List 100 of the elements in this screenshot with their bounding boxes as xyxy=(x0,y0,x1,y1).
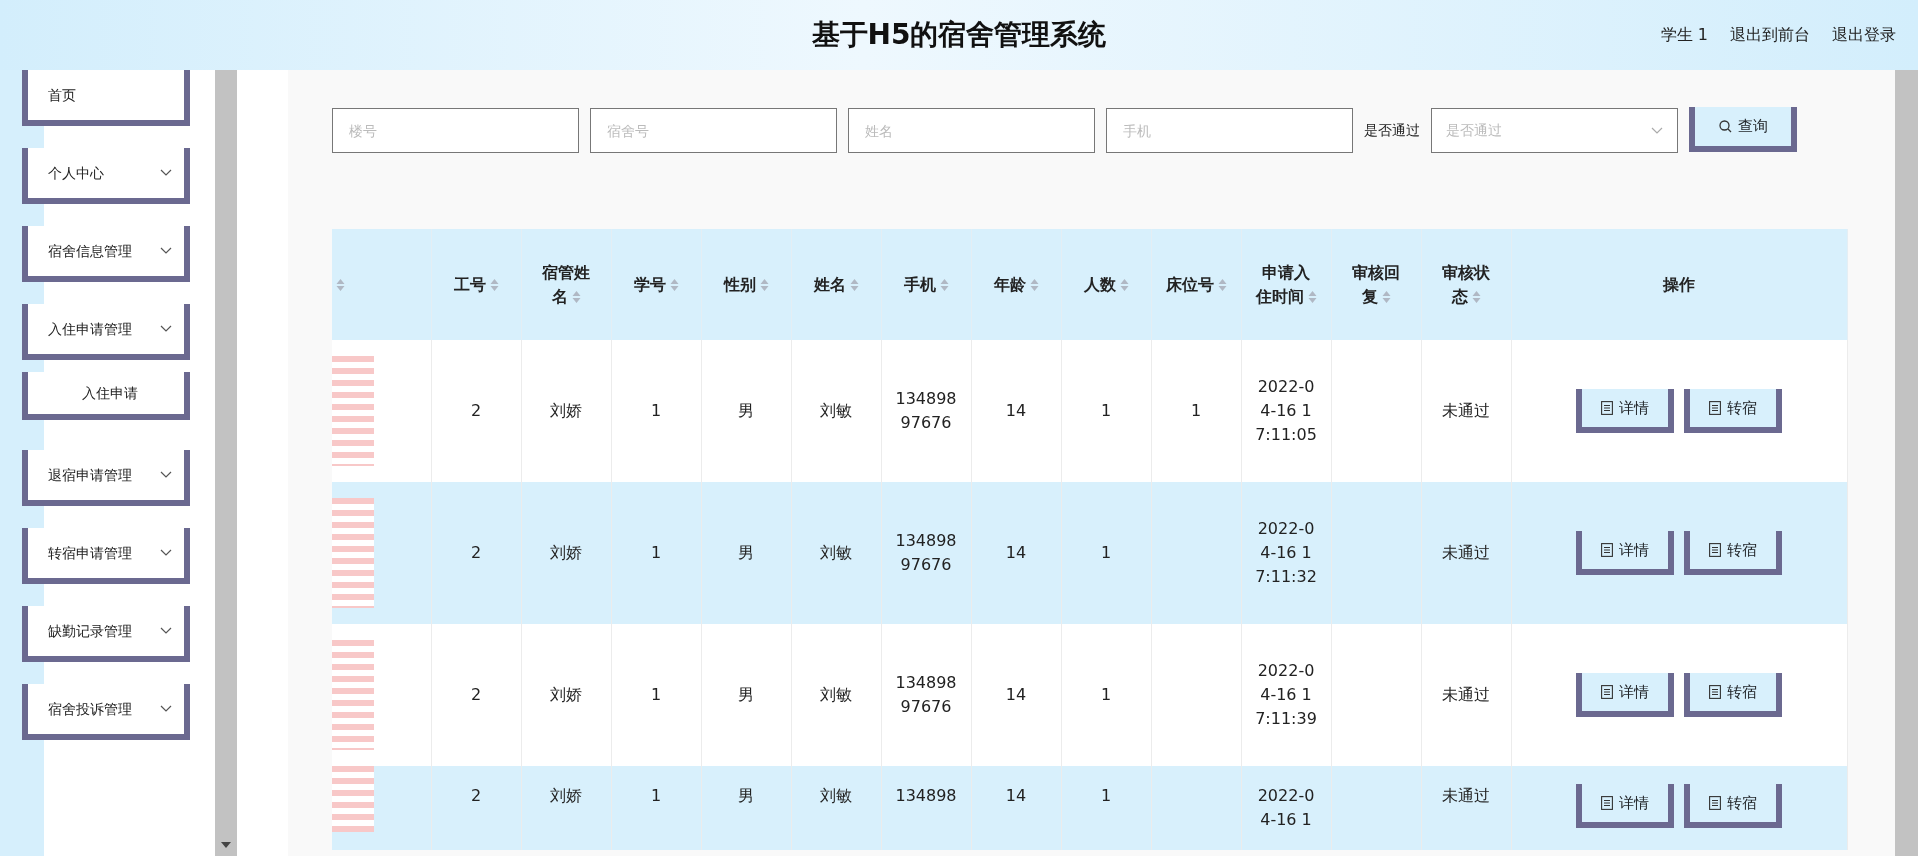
table-cell: 14 xyxy=(971,340,1061,482)
table-cell: 刘敏 xyxy=(791,340,881,482)
search-field[interactable]: 宿舍号 xyxy=(590,108,837,153)
table-cell: 1 xyxy=(611,482,701,624)
scrollbar[interactable] xyxy=(1895,70,1918,856)
action-button[interactable]: 转宿 xyxy=(1684,389,1783,433)
sort-icon[interactable] xyxy=(1471,290,1481,304)
sort-icon[interactable] xyxy=(336,278,345,292)
column-header[interactable]: 年龄 xyxy=(971,229,1061,340)
action-button[interactable]: 详情 xyxy=(1576,673,1675,717)
sidebar-menu-item[interactable]: 宿舍投诉管理 xyxy=(22,684,190,740)
sidebar-menu-item[interactable]: 入住申请管理 xyxy=(22,304,190,360)
search-field[interactable]: 姓名 xyxy=(848,108,1095,153)
table-cell: 刘敏 xyxy=(791,482,881,624)
table-cell: 刘娇 xyxy=(521,340,611,482)
sort-icon[interactable] xyxy=(1119,278,1129,292)
search-icon xyxy=(1718,120,1732,133)
sort-icon[interactable] xyxy=(1307,290,1317,304)
sort-icon[interactable] xyxy=(1217,278,1227,292)
header-link[interactable]: 学生 1 xyxy=(1660,23,1708,47)
sort-icon[interactable] xyxy=(1381,290,1391,304)
column-header[interactable]: 审核状态 xyxy=(1421,229,1511,340)
sort-icon[interactable] xyxy=(489,278,499,292)
column-header[interactable]: 姓名 xyxy=(791,229,881,340)
sidebar-menu-item[interactable]: 退宿申请管理 xyxy=(22,450,190,506)
table-cell: 2 xyxy=(431,624,521,766)
sort-icon[interactable] xyxy=(939,278,949,292)
table-cell: 刘敏 xyxy=(791,624,881,766)
search-button[interactable]: 查询 xyxy=(1689,107,1797,152)
table-cell: 2022-04-16 17:11:05 xyxy=(1241,340,1331,482)
sidebar-menu-item[interactable]: 个人中心 xyxy=(22,148,190,204)
chevron-down-icon xyxy=(160,325,172,333)
column-header[interactable]: 申请入住时间 xyxy=(1241,229,1331,340)
table-cell: 男 xyxy=(701,766,791,850)
action-button[interactable]: 转宿 xyxy=(1684,531,1783,575)
document-icon xyxy=(1601,685,1614,699)
table-cell: 13489897676 xyxy=(881,624,971,766)
column-header[interactable]: 人数 xyxy=(1061,229,1151,340)
table-cell: 1 xyxy=(1061,482,1151,624)
sidebar-menu-item[interactable]: 缺勤记录管理 xyxy=(22,606,190,662)
column-header[interactable]: 手机 xyxy=(881,229,971,340)
table-cell: 13489897676 xyxy=(881,340,971,482)
scrollbar[interactable] xyxy=(215,70,237,856)
search-field[interactable]: 楼号 xyxy=(332,108,579,153)
sort-icon[interactable] xyxy=(1029,278,1039,292)
table-cell: 2022-04-16 17:11:39 xyxy=(1241,624,1331,766)
chevron-down-icon xyxy=(160,549,172,557)
table-cell: 男 xyxy=(701,624,791,766)
table-cell: 2022-04-16 1 xyxy=(1241,766,1331,850)
table-cell: 1 xyxy=(1061,766,1151,850)
avatar-image xyxy=(332,766,374,832)
table-cell: 未通过 xyxy=(1421,340,1511,482)
sidebar-menu-item[interactable]: 首页 xyxy=(22,70,190,126)
table-cell: 男 xyxy=(701,482,791,624)
sort-icon[interactable] xyxy=(759,278,769,292)
column-header[interactable]: 工号 xyxy=(431,229,521,340)
table-cell: 1 xyxy=(1061,340,1151,482)
table-cell: 刘娇 xyxy=(521,624,611,766)
table-cell: 14 xyxy=(971,624,1061,766)
table-cell: 1 xyxy=(611,340,701,482)
action-button[interactable]: 转宿 xyxy=(1684,673,1783,717)
table-cell: 2022-04-16 17:11:32 xyxy=(1241,482,1331,624)
table-cell: 134898 xyxy=(881,766,971,850)
table-cell: 刘娇 xyxy=(521,482,611,624)
header-link[interactable]: 退出到前台 xyxy=(1730,23,1810,47)
scroll-down-icon[interactable] xyxy=(221,842,231,848)
table-cell: 未通过 xyxy=(1421,624,1511,766)
chevron-down-icon xyxy=(160,247,172,255)
table-cell: 14 xyxy=(971,766,1061,850)
table-cell: 2 xyxy=(431,482,521,624)
action-button[interactable]: 转宿 xyxy=(1684,784,1783,828)
column-header: 操作 xyxy=(1511,229,1848,340)
filter-label: 是否通过 xyxy=(1364,121,1420,140)
document-icon xyxy=(1601,796,1614,810)
chevron-down-icon xyxy=(160,169,172,177)
search-field[interactable]: 手机 xyxy=(1106,108,1353,153)
document-icon xyxy=(1601,543,1614,557)
table-cell: 1 xyxy=(611,766,701,850)
action-button[interactable]: 详情 xyxy=(1576,531,1675,575)
sidebar-menu-item[interactable]: 宿舍信息管理 xyxy=(22,226,190,282)
action-button[interactable]: 详情 xyxy=(1576,389,1675,433)
sidebar-menu-item[interactable]: 转宿申请管理 xyxy=(22,528,190,584)
column-header[interactable]: 学号 xyxy=(611,229,701,340)
sort-icon[interactable] xyxy=(669,278,679,292)
action-button[interactable]: 详情 xyxy=(1576,784,1675,828)
table-cell: 2 xyxy=(431,766,521,850)
table-cell: 男 xyxy=(701,340,791,482)
sidebar-menu-item[interactable]: 入住申请 xyxy=(22,372,190,420)
sort-icon[interactable] xyxy=(849,278,859,292)
table-cell: 刘敏 xyxy=(791,766,881,850)
column-header[interactable]: 宿管姓名 xyxy=(521,229,611,340)
chevron-down-icon xyxy=(160,627,172,635)
column-header[interactable]: 性别 xyxy=(701,229,791,340)
table-cell: 14 xyxy=(971,482,1061,624)
column-header[interactable] xyxy=(332,229,431,340)
chevron-down-icon xyxy=(1651,126,1663,135)
sort-icon[interactable] xyxy=(571,290,581,304)
column-header[interactable]: 审核回复 xyxy=(1331,229,1421,340)
column-header[interactable]: 床位号 xyxy=(1151,229,1241,340)
header-link[interactable]: 退出登录 xyxy=(1832,23,1896,47)
